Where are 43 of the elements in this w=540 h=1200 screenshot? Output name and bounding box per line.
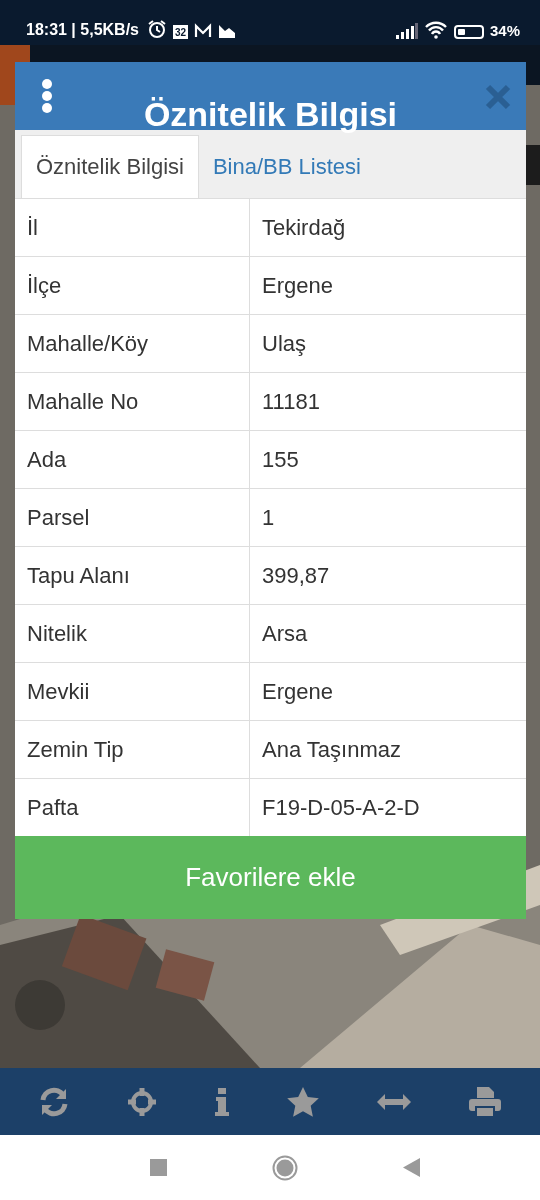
signal-icon (395, 23, 418, 39)
double-arrow-icon[interactable] (377, 1093, 411, 1110)
dialog-title: Öznitelik Bilgisi (143, 94, 398, 134)
star-icon[interactable] (287, 1086, 319, 1117)
table-cell: Tapu Alanı (15, 547, 250, 604)
menu-icon[interactable] (41, 78, 53, 114)
home-icon[interactable] (272, 1154, 298, 1181)
table-cell: Zemin Tip (15, 721, 250, 778)
table-cell: Nitelik (15, 605, 250, 662)
table-cell-text: Ana Taşınmaz (261, 735, 402, 764)
table-cell-text: Ulaş (261, 329, 307, 358)
alarm-clock-icon (147, 19, 167, 39)
crosshair-icon[interactable] (127, 1086, 157, 1117)
battery-percent: 34% (489, 22, 520, 39)
info-icon[interactable] (215, 1087, 229, 1116)
mail-icon (194, 23, 213, 39)
table-cell-text: Tekirdağ (261, 213, 347, 242)
table-cell: Mahalle/Köy (15, 315, 250, 372)
image-icon (218, 23, 237, 39)
wifi-icon (423, 21, 448, 39)
table-cell-text: 11181 (261, 387, 321, 416)
refresh-icon[interactable] (39, 1086, 69, 1117)
status-time: 18:31 | 5,5KB/s (26, 21, 139, 39)
back-icon[interactable] (403, 1158, 420, 1177)
battery-icon (453, 25, 484, 39)
add-favorites-button[interactable]: Favorilere ekle (15, 836, 526, 919)
tab[interactable]: Bina/BB Listesi (198, 135, 375, 198)
table-cell: Ada (15, 431, 250, 488)
table-cell-text: Ergene (261, 677, 334, 706)
table-cell: İl (15, 199, 250, 256)
printer-icon[interactable] (469, 1086, 501, 1117)
table-cell-text: Arsa (261, 619, 309, 648)
calendar-icon: 32 (173, 25, 189, 39)
tab[interactable]: Öznitelik Bilgisi (21, 135, 199, 198)
table-cell-text: F19-D-05-A-2-D (261, 793, 421, 822)
table-cell: Parsel (15, 489, 250, 546)
table-cell-text: 155 (261, 445, 300, 474)
table-cell-text: Ergene (261, 271, 334, 300)
table-cell: Mevkii (15, 663, 250, 720)
table-cell-text: 1 (261, 503, 276, 532)
table-cell-text: 399,87 (261, 561, 331, 590)
table-cell: İlçe (15, 257, 250, 314)
table-cell: Mahalle No (15, 373, 250, 430)
